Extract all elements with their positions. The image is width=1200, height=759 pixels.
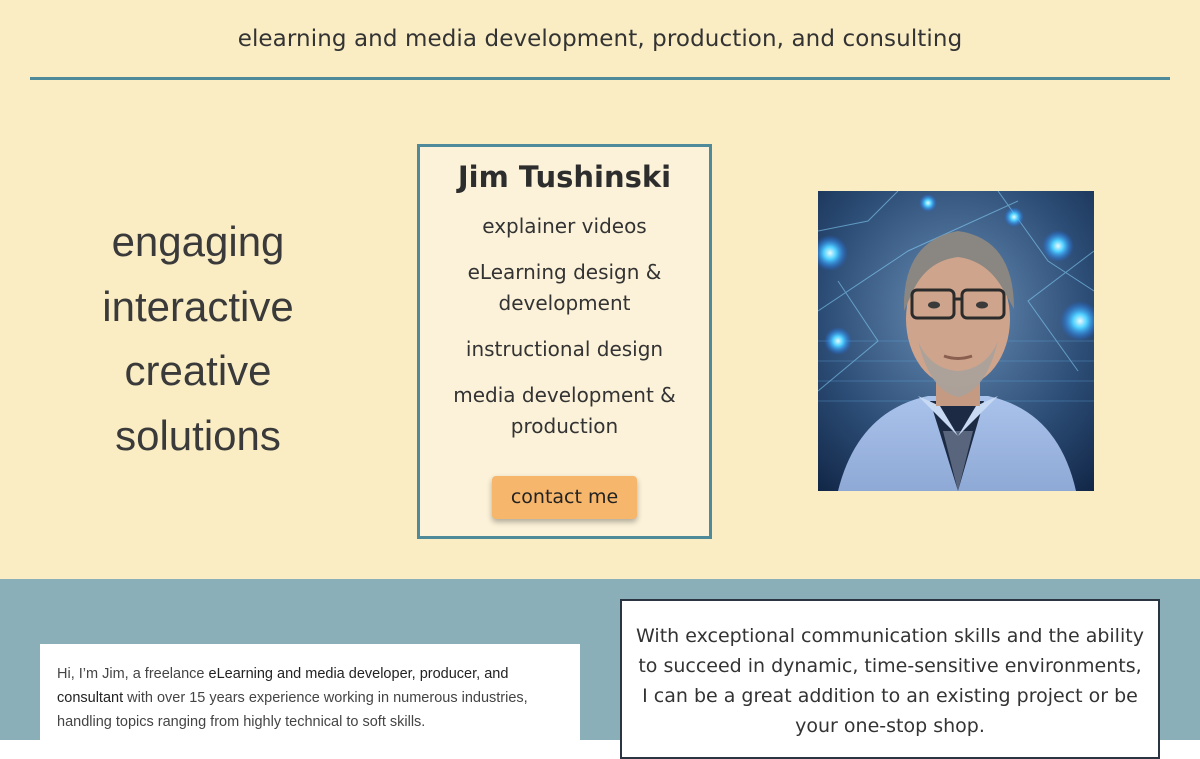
hero-slogan: engaging interactive creative solutions bbox=[60, 210, 336, 468]
hero-section: elearning and media development, product… bbox=[0, 0, 1200, 579]
service-item: eLearning design & development bbox=[467, 260, 662, 315]
slogan-line: creative bbox=[124, 347, 272, 394]
service-item: media development & production bbox=[453, 383, 676, 438]
slogan-line: engaging bbox=[111, 218, 285, 265]
services-card: Jim Tushinski explainer videos eLearning… bbox=[417, 144, 712, 539]
intro-text: Hi, I’m Jim, a freelance bbox=[57, 666, 209, 682]
site-tagline: elearning and media development, product… bbox=[237, 26, 963, 52]
profile-photo bbox=[818, 191, 1094, 491]
header-divider bbox=[30, 77, 1170, 80]
pitch-text: With exceptional communication skills an… bbox=[636, 625, 1144, 737]
intro-text-rest: with over 15 years experience working in… bbox=[57, 690, 528, 730]
service-item: explainer videos bbox=[482, 214, 647, 238]
slogan-line: interactive bbox=[102, 282, 294, 330]
person-name: Jim Tushinski bbox=[457, 160, 672, 194]
service-item: instructional design bbox=[465, 337, 664, 361]
intro-panel: Hi, I’m Jim, a freelance eLearning and m… bbox=[40, 644, 580, 754]
contact-me-button[interactable]: contact me bbox=[492, 476, 637, 519]
profile-photo-image bbox=[818, 191, 1094, 491]
slogan-line: solutions bbox=[115, 411, 281, 459]
pitch-panel: With exceptional communication skills an… bbox=[620, 599, 1160, 759]
